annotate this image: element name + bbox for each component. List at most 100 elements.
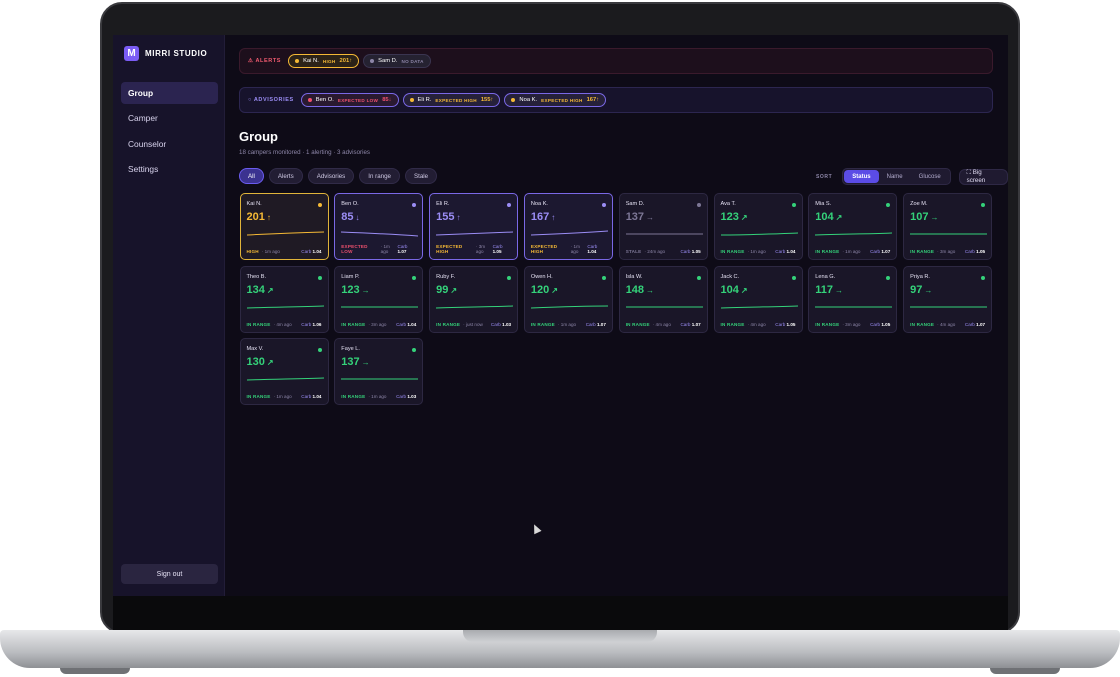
carb-value: 1.04 [587,249,597,254]
trend-arrow-icon: ↗ [835,213,843,222]
pill-name: Ben O. [315,97,334,103]
sort-controls: SORT Status Name Glucose ⛶ Big screen [816,168,1008,185]
sort-status-button[interactable]: Status [844,170,879,183]
carb-label: Carb [396,321,407,327]
camper-card[interactable]: Priya R. 97 → IN RANGE · 4m ago Carb 1.07 [903,265,993,333]
glucose-sparkline [910,233,988,235]
carb-label: Carb [870,249,881,254]
camper-card[interactable]: Ruby F. 99 ↗ IN RANGE · just now Carb 1.03 [429,265,519,333]
carb-value: 1.05 [976,249,986,254]
camper-card[interactable]: Mia S. 104 ↗ IN RANGE · 1m ago Carb 1.07 [808,193,898,260]
status-dot-icon [307,98,312,102]
last-reading-time: · 1m ago [570,244,580,254]
camper-card[interactable]: Jack C. 104 ↗ IN RANGE · 4m ago Carb 1.05 [713,265,803,333]
sort-label: SORT [816,173,833,180]
status-dot-icon [317,275,322,280]
glucose-sparkline [815,232,893,236]
glucose-sparkline [341,231,419,237]
sidebar-item-group[interactable]: Group [121,82,218,104]
sort-segmented-control: Status Name Glucose [842,168,951,185]
carb-ratio: Carb 1.05 [965,249,985,254]
sparkline-path [720,305,798,308]
carb-ratio: Carb 1.05 [870,322,890,327]
glucose-value: 85 ↓ [341,211,359,223]
filter-all[interactable]: All [239,168,264,184]
advisories-banner: ○ ADVISORIES Ben O. EXPECTED LOW 85↓ Eli… [239,87,993,113]
carb-ratio: Carb 1.04 [301,249,321,254]
sign-out-button[interactable]: Sign out [121,564,218,584]
sidebar-item-counselor[interactable]: Counselor [121,133,218,155]
camper-card[interactable]: Owen H. 120 ↗ IN RANGE · 1m ago Carb 1.07 [523,265,613,333]
carb-label: Carb [585,321,596,327]
carb-value: 1.04 [407,321,417,327]
camper-card[interactable]: Max V. 130 ↗ IN RANGE · 1m ago Carb 1.04 [239,338,329,405]
glucose-number: 137 [625,211,645,223]
advisory-pill[interactable]: Eli R. EXPECTED HIGH 155↑ [402,93,501,107]
carb-label: Carb [870,321,881,327]
filter-stale[interactable]: Stale [404,168,438,184]
brand-logo-icon: M [124,46,139,61]
last-reading-time: · 1m ago [273,394,292,399]
camper-card[interactable]: Ava T. 123 ↗ IN RANGE · 1m ago Carb 1.04 [713,193,803,260]
camper-card[interactable]: Zoe M. 107 → IN RANGE · 3m ago Carb 1.05 [903,193,993,260]
advisory-pill[interactable]: Ben O. EXPECTED LOW 85↓ [300,93,399,107]
last-reading-time: · 1m ago [557,321,577,327]
card-footer: EXPECTED LOW · 1m ago Carb 1.07 [341,244,416,254]
filter-alerts[interactable]: Alerts [268,168,303,184]
card-footer: IN RANGE · 1m ago Carb 1.07 [815,249,890,254]
trend-arrow-icon: → [361,358,370,367]
status-dot-icon [791,275,796,280]
carb-value: 1.03 [502,321,512,327]
main-content: ⚠ ALERTS Kai N. HIGH 201↑ Sam D. NO DATA… [225,35,1008,596]
sort-name-button[interactable]: Name [879,170,911,183]
camper-card[interactable]: Theo B. 134 ↗ IN RANGE · 4m ago Carb 1.06 [239,265,329,333]
carb-ratio: Carb 1.04 [396,322,416,327]
carb-value: 1.07 [397,249,407,254]
camper-status: IN RANGE [341,394,366,399]
alert-pill[interactable]: Kai N. HIGH 201↑ [288,54,360,68]
camper-card[interactable]: Ben O. 85 ↓ EXPECTED LOW · 1m ago Carb 1.07 [334,193,424,260]
last-reading-time: · 4m ago [652,321,671,327]
camper-card[interactable]: Eli R. 155 ↑ EXPECTED HIGH · 3m ago Carb 1.05 [429,193,519,260]
carb-ratio: Carb 1.07 [398,244,417,254]
big-screen-button[interactable]: ⛶ Big screen [958,168,1008,185]
brand[interactable]: M MIRRI STUDIO [124,46,207,61]
camper-card[interactable]: Faye L. 137 → IN RANGE · 1m ago Carb 1.03 [334,338,424,405]
camper-card[interactable]: Noa K. 167 ↑ EXPECTED HIGH · 1m ago Carb 1.04 [523,193,613,260]
advisory-pill[interactable]: Noa K. EXPECTED HIGH 167↑ [504,93,607,107]
filter-in-range[interactable]: In range [359,168,400,184]
brand-name: MIRRI STUDIO [145,49,208,58]
camper-card[interactable]: Kai N. 201 ↑ HIGH · 1m ago Carb 1.04 [239,193,329,260]
carb-ratio: Carb 1.07 [680,322,700,327]
camper-status: HIGH [246,249,259,254]
carb-ratio: Carb 1.04 [775,249,795,254]
camper-card[interactable]: Isla W. 148 → IN RANGE · 4m ago Carb 1.07 [618,265,708,333]
sparkline-path [530,230,608,236]
alert-pill[interactable]: Sam D. NO DATA [363,54,431,68]
last-reading-time: · 1m ago [261,249,280,254]
camper-card[interactable]: Liam P. 123 → IN RANGE · 3m ago Carb 1.04 [334,265,424,333]
last-reading-time: · 4m ago [273,321,292,327]
status-dot-icon [412,203,417,207]
laptop-notch [463,630,657,642]
pill-name: Eli R. [417,97,432,103]
sort-glucose-button[interactable]: Glucose [911,170,949,183]
camper-status: IN RANGE [910,249,935,254]
sparkline-path [246,305,324,308]
glucose-number: 130 [246,356,265,368]
trend-arrow-icon: → [835,285,844,295]
camper-card[interactable]: Lena G. 117 → IN RANGE · 3m ago Carb 1.05 [808,265,898,333]
card-footer: STALE · 24m ago Carb 1.05 [626,249,701,254]
camper-name: Theo B. [246,273,267,280]
sparkline-path [815,232,893,236]
sidebar-item-settings[interactable]: Settings [121,158,218,180]
trend-arrow-icon: ↗ [551,285,558,295]
camper-card[interactable]: Sam D. 137 → STALE · 24m ago Carb 1.05 [618,193,708,260]
sidebar: M MIRRI STUDIO Group Camper Counselor Se… [113,35,225,596]
sidebar-item-camper[interactable]: Camper [121,107,218,129]
glucose-sparkline [530,305,608,308]
carb-ratio: Carb 1.06 [301,322,321,327]
glucose-number: 123 [341,283,360,296]
filter-advisories[interactable]: Advisories [307,168,355,184]
carb-label: Carb [775,321,786,327]
